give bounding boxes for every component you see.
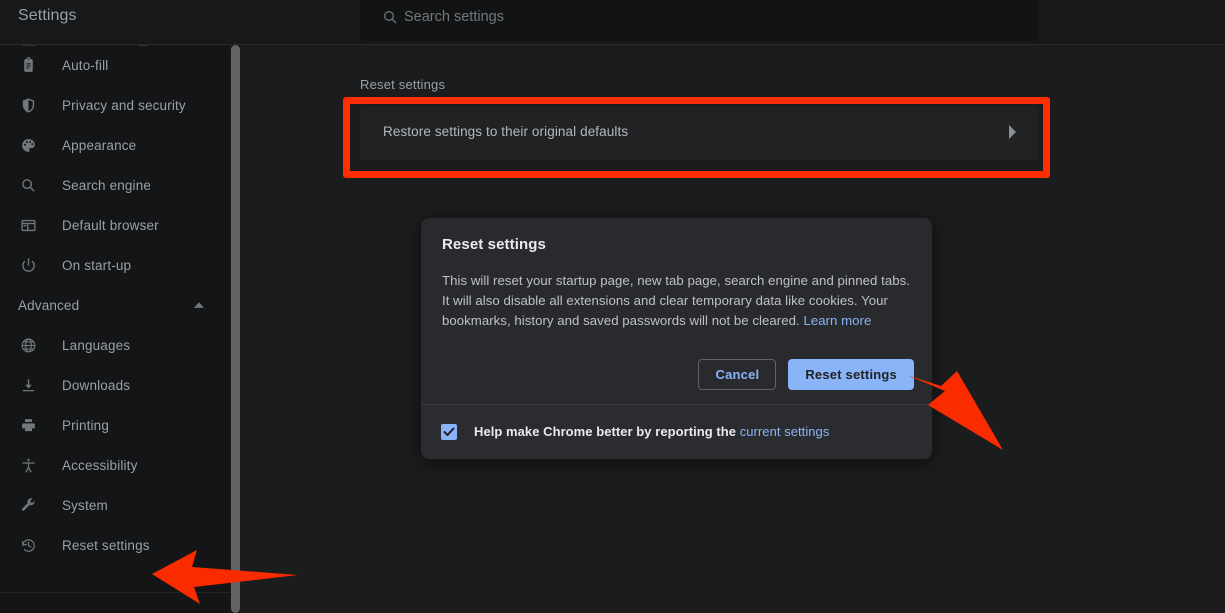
- sidebar-item-label: Printing: [62, 417, 109, 433]
- search-icon: [382, 9, 398, 25]
- report-settings-label: Help make Chrome better by reporting the…: [474, 424, 829, 439]
- sidebar-item-printing[interactable]: Printing: [0, 405, 230, 445]
- current-settings-link[interactable]: current settings: [740, 424, 830, 439]
- palette-icon: [18, 135, 38, 155]
- reset-settings-dialog: Reset settings This will reset your star…: [421, 218, 932, 459]
- wrench-icon: [18, 495, 38, 515]
- download-icon: [18, 375, 38, 395]
- sidebar-item-label: Downloads: [62, 377, 131, 393]
- sidebar-item-appearance[interactable]: Appearance: [0, 125, 230, 165]
- sidebar-item-languages[interactable]: Languages: [0, 325, 230, 365]
- section-title-reset-settings: Reset settings: [360, 77, 446, 92]
- app-header: Settings: [0, 0, 1225, 45]
- chevron-up-icon: [194, 302, 204, 308]
- sidebar-item-label: Appearance: [62, 137, 137, 153]
- settings-page: Settings Auto-fill: [0, 0, 1225, 613]
- sidebar-item-label: Languages: [62, 337, 131, 353]
- page-title: Settings: [18, 7, 77, 24]
- dialog-button-row: Cancel Reset settings: [698, 359, 914, 390]
- sidebar-item-reset-settings[interactable]: Reset settings: [0, 525, 230, 565]
- history-restore-icon: [18, 535, 38, 555]
- sidebar-item-auto-fill[interactable]: Auto-fill: [0, 45, 230, 85]
- accessibility-icon: [18, 455, 38, 475]
- sidebar-item-privacy-and-security[interactable]: Privacy and security: [0, 85, 230, 125]
- browser-window-icon: [18, 215, 38, 235]
- sidebar-item-label: Privacy and security: [62, 97, 186, 113]
- sidebar-item-accessibility[interactable]: Accessibility: [0, 445, 230, 485]
- sidebar-item-label: Accessibility: [62, 457, 138, 473]
- sidebar-item-label: Default browser: [62, 217, 159, 233]
- sidebar-item-label: Search engine: [62, 177, 152, 193]
- sidebar-item-label: Reset settings: [62, 537, 150, 553]
- restore-settings-label: Restore settings to their original defau…: [383, 124, 629, 139]
- sidebar-item-label: Auto-fill: [62, 57, 109, 73]
- sidebar-section-label: Advanced: [18, 297, 80, 313]
- sidebar-item-default-browser[interactable]: Default browser: [0, 205, 230, 245]
- search-input[interactable]: [404, 0, 1004, 41]
- search-box[interactable]: [360, 0, 1038, 41]
- sidebar-item-on-start-up[interactable]: On start-up: [0, 245, 230, 285]
- sidebar-item-label: On start-up: [62, 257, 132, 273]
- shield-icon: [18, 95, 38, 115]
- dialog-cancel-button[interactable]: Cancel: [698, 359, 777, 390]
- magnifier-icon: [18, 175, 38, 195]
- sidebar-scrollbar-thumb[interactable]: [231, 45, 240, 613]
- power-icon: [18, 255, 38, 275]
- globe-icon: [18, 335, 38, 355]
- sidebar-item-downloads[interactable]: Downloads: [0, 365, 230, 405]
- sidebar-divider: [0, 592, 230, 593]
- report-settings-checkbox[interactable]: [441, 424, 457, 440]
- sidebar-nav: Auto-fill Privacy and security Appearanc…: [0, 45, 230, 613]
- dialog-title: Reset settings: [442, 236, 546, 253]
- dialog-confirm-button[interactable]: Reset settings: [788, 359, 914, 390]
- sidebar-section-advanced[interactable]: Advanced: [0, 285, 230, 325]
- chevron-right-icon: [1008, 125, 1016, 139]
- report-settings-text: Help make Chrome better by reporting the: [474, 424, 740, 439]
- sidebar-item-label: System: [62, 497, 108, 513]
- sidebar-item-system[interactable]: System: [0, 485, 230, 525]
- clipboard-icon: [18, 55, 38, 75]
- sidebar-item-search-engine[interactable]: Search engine: [0, 165, 230, 205]
- printer-icon: [18, 415, 38, 435]
- restore-settings-row[interactable]: Restore settings to their original defau…: [360, 106, 1038, 160]
- learn-more-link[interactable]: Learn more: [803, 313, 871, 328]
- dialog-body: This will reset your startup page, new t…: [442, 271, 912, 331]
- dialog-footer: Help make Chrome better by reporting the…: [421, 405, 932, 459]
